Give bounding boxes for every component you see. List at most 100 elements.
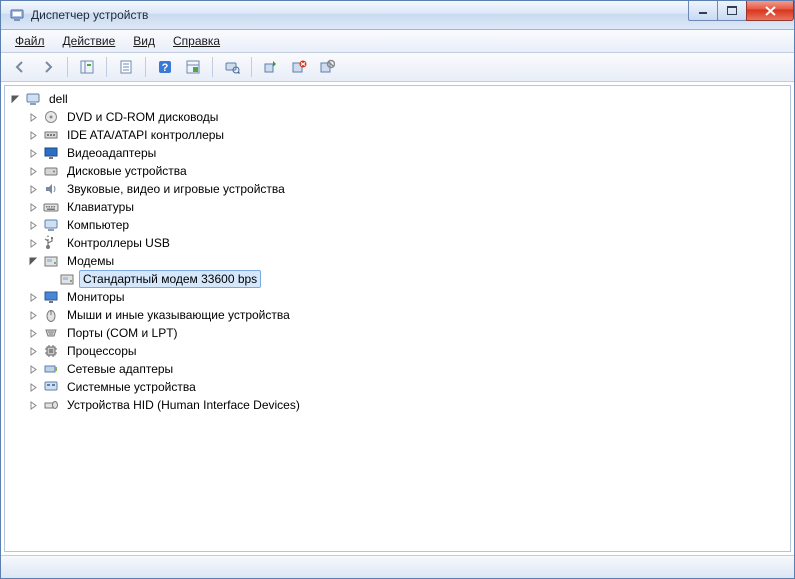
expand-icon[interactable] [27,111,39,123]
expand-icon[interactable] [27,219,39,231]
action-button[interactable] [180,54,206,80]
tree-label: Дисковые устройства [63,162,191,180]
menu-help[interactable]: Справка [165,32,228,50]
collapse-icon[interactable] [27,255,39,267]
maximize-button[interactable] [717,1,747,21]
modem-icon [43,253,59,269]
expand-icon[interactable] [27,147,39,159]
tree-category-ide[interactable]: IDE ATA/ATAPI контроллеры [23,126,790,144]
tree-category-computer[interactable]: Компьютер [23,216,790,234]
expand-icon[interactable] [27,201,39,213]
tree-category-mice[interactable]: Мыши и иные указывающие устройства [23,306,790,324]
toolbar: ? [1,53,794,82]
expand-icon[interactable] [27,363,39,375]
expand-icon[interactable] [27,399,39,411]
tree-category-video[interactable]: Видеоадаптеры [23,144,790,162]
port-icon [43,325,59,341]
mouse-icon [43,307,59,323]
toolbar-separator [251,57,252,77]
usb-icon [43,235,59,251]
tree-label: IDE ATA/ATAPI контроллеры [63,126,228,144]
tree-label: dell [45,90,72,108]
tree-label: Видеоадаптеры [63,144,160,162]
expand-icon[interactable] [27,291,39,303]
tree-label: Модемы [63,252,118,270]
back-button[interactable] [7,54,33,80]
uninstall-button[interactable] [286,54,312,80]
tree-category-monitors[interactable]: Мониторы [23,288,790,306]
processor-icon [43,343,59,359]
tree-category-netadapters[interactable]: Сетевые адаптеры [23,360,790,378]
tree-device-modem-standard[interactable]: Стандартный модем 33600 bps [41,270,790,288]
expand-icon[interactable] [27,183,39,195]
properties-button[interactable] [113,54,139,80]
monitor-icon [43,289,59,305]
window-buttons [689,1,794,21]
minimize-button[interactable] [688,1,718,21]
app-icon [9,7,25,23]
tree-label: Устройства HID (Human Interface Devices) [63,396,304,414]
tree-label: Мыши и иные указывающие устройства [63,306,294,324]
collapse-icon[interactable] [9,93,21,105]
computer-icon [43,217,59,233]
tree-label: Звуковые, видео и игровые устройства [63,180,289,198]
show-hide-tree-button[interactable] [74,54,100,80]
computer-icon [25,91,41,107]
hid-icon [43,397,59,413]
expand-icon[interactable] [27,237,39,249]
display-adapter-icon [43,145,59,161]
titlebar[interactable]: Диспетчер устройств [1,1,794,30]
menu-view[interactable]: Вид [125,32,163,50]
expand-icon[interactable] [27,327,39,339]
keyboard-icon [43,199,59,215]
tree-label: Стандартный модем 33600 bps [79,270,261,288]
sound-icon [43,181,59,197]
disable-button[interactable] [314,54,340,80]
tree-category-dvd[interactable]: DVD и CD-ROM дисководы [23,108,790,126]
modem-icon [59,271,75,287]
tree-label: Системные устройства [63,378,200,396]
system-device-icon [43,379,59,395]
tree-category-modems[interactable]: Модемы [23,252,790,270]
tree-label: Мониторы [63,288,128,306]
tree-category-ports[interactable]: Порты (COM и LPT) [23,324,790,342]
help-button[interactable]: ? [152,54,178,80]
scan-hardware-button[interactable] [219,54,245,80]
tree-category-usb[interactable]: Контроллеры USB [23,234,790,252]
tree-category-keyboard[interactable]: Клавиатуры [23,198,790,216]
controller-icon [43,127,59,143]
expand-icon[interactable] [27,129,39,141]
forward-button[interactable] [35,54,61,80]
update-driver-button[interactable] [258,54,284,80]
tree-category-hid[interactable]: Устройства HID (Human Interface Devices) [23,396,790,414]
tree-label: Порты (COM и LPT) [63,324,182,342]
tree-category-cpu[interactable]: Процессоры [23,342,790,360]
expand-icon[interactable] [27,165,39,177]
device-manager-window: Диспетчер устройств Файл Действие Вид Сп… [0,0,795,579]
menubar: Файл Действие Вид Справка [1,30,794,53]
tree-label: Контроллеры USB [63,234,174,252]
svg-text:?: ? [162,62,169,74]
network-adapter-icon [43,361,59,377]
statusbar [1,555,794,578]
expand-icon[interactable] [27,345,39,357]
toolbar-separator [212,57,213,77]
window-title: Диспетчер устройств [31,8,148,22]
close-button[interactable] [746,1,794,21]
tree-label: Сетевые адаптеры [63,360,177,378]
expand-icon[interactable] [27,381,39,393]
tree-label: DVD и CD-ROM дисководы [63,108,222,126]
menu-action[interactable]: Действие [55,32,124,50]
tree-view[interactable]: dell DVD и CD-ROM дисководы IDE ATA/ATAP… [4,85,791,552]
tree-category-disk[interactable]: Дисковые устройства [23,162,790,180]
tree-category-sysdevices[interactable]: Системные устройства [23,378,790,396]
tree-label: Клавиатуры [63,198,138,216]
tree-label: Компьютер [63,216,133,234]
toolbar-separator [106,57,107,77]
tree-category-sound[interactable]: Звуковые, видео и игровые устройства [23,180,790,198]
optical-drive-icon [43,109,59,125]
expand-icon[interactable] [27,309,39,321]
toolbar-separator [145,57,146,77]
menu-file[interactable]: Файл [7,32,53,50]
tree-root[interactable]: dell [5,90,790,108]
